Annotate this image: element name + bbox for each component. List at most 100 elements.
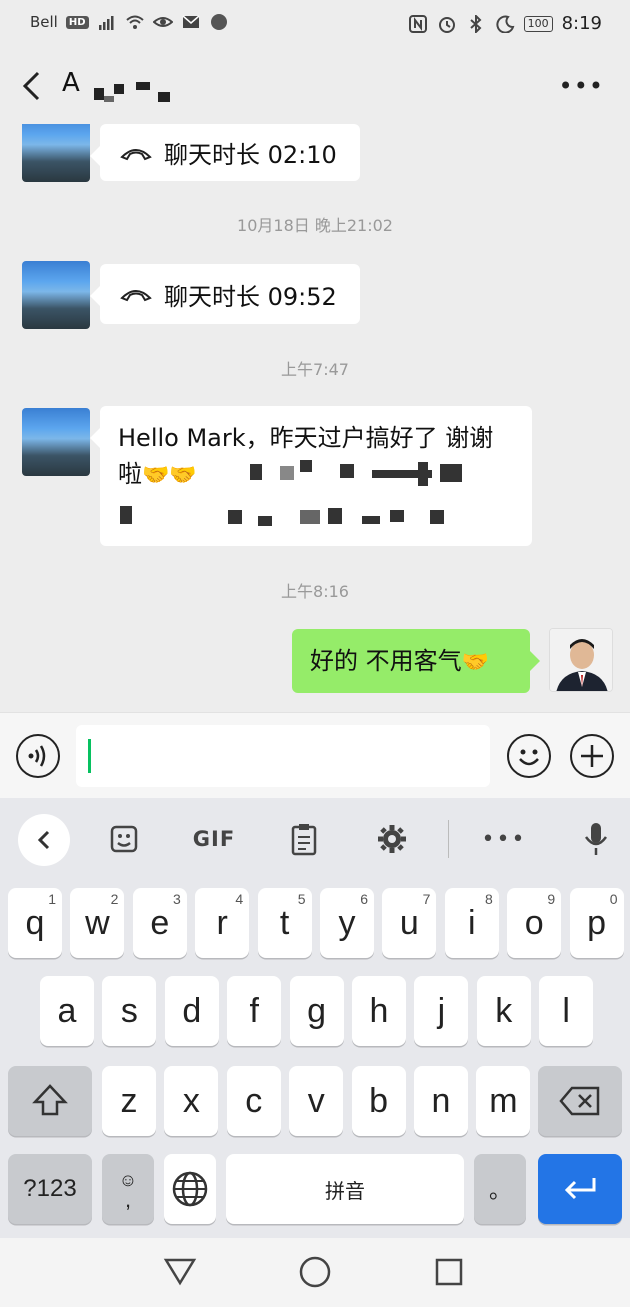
key-e[interactable]: 3e [132,888,187,958]
key-t[interactable]: 5t [257,888,312,958]
system-navigation-bar [0,1238,630,1307]
key-z[interactable]: z [102,1066,156,1136]
home-circle-icon[interactable] [298,1255,332,1289]
contact-avatar[interactable] [22,124,90,182]
key-y[interactable]: 6y [320,888,374,958]
key-l[interactable]: l [539,976,594,1046]
status-bar: Bell HD 100 8:19 [0,0,630,48]
keyboard-toolbar: GIF ••• [0,798,630,880]
handshake-emoji: 🤝 [461,650,490,675]
key-q[interactable]: 1q [8,888,62,958]
contact-avatar[interactable] [22,261,90,329]
clipboard-icon [291,824,317,856]
app-badge-icon [210,14,227,30]
key-d[interactable]: d [164,976,219,1046]
chat-header: A ••• [0,48,630,124]
period-key[interactable]: 。 [474,1154,526,1224]
wifi-icon [125,15,144,29]
key-o[interactable]: 9o [507,888,562,958]
key-r[interactable]: 4r [195,888,250,958]
more-actions-button[interactable] [570,734,614,778]
microphone-icon [584,823,608,855]
collapse-keyboard-button[interactable] [18,814,70,866]
key-u[interactable]: 7u [382,888,437,958]
call-duration: 聊天时长 02:10 [164,141,337,169]
mic-button[interactable] [574,816,618,862]
key-s[interactable]: s [102,976,157,1046]
key-h[interactable]: h [352,976,406,1046]
message-list[interactable]: 聊天时长 02:10 10月18日 晚上21:02 聊天时长 09:52 上午7… [0,124,630,712]
key-v[interactable]: v [289,1066,344,1136]
back-triangle-icon[interactable] [163,1256,197,1286]
chevron-left-icon [37,830,50,850]
chevron-left-icon[interactable] [18,70,46,102]
text-caret [88,739,91,773]
input-bar [0,712,630,798]
gear-icon [378,825,406,853]
voice-icon [28,745,46,767]
hd-badge: HD [65,15,89,29]
timestamp: 上午7:47 [281,360,349,379]
key-g[interactable]: g [289,976,344,1046]
nfc-icon [408,14,427,33]
key-k[interactable]: k [476,976,531,1046]
call-record-bubble[interactable]: 聊天时长 02:10 [90,124,360,181]
my-message-bubble[interactable]: 好的 不用客气🤝 [292,629,540,693]
backspace-icon [559,1086,600,1116]
contact-avatar[interactable] [22,408,90,476]
space-key[interactable]: 拼音 [226,1154,464,1224]
globe-icon [172,1171,208,1207]
shift-key[interactable] [8,1066,92,1136]
voice-input-button[interactable] [16,734,60,778]
language-key[interactable] [164,1154,216,1224]
more-options-button[interactable]: ••• [559,72,604,100]
sticker-button[interactable] [102,816,146,862]
clock: 8:19 [561,13,602,34]
key-n[interactable]: n [414,1066,468,1136]
key-x[interactable]: x [164,1066,219,1136]
call-record-bubble[interactable]: 聊天时长 09:52 [90,264,360,324]
timestamp: 上午8:16 [281,582,349,601]
timestamp: 10月18日 晚上21:02 [237,216,393,235]
more-tools-button[interactable]: ••• [482,816,526,862]
contact-name: A [62,68,80,98]
moon-icon [495,15,514,33]
key-f[interactable]: f [227,976,282,1046]
smiley-icon [519,749,539,766]
emoji-button[interactable] [507,734,551,778]
phone-icon [120,290,152,302]
mail-icon [182,15,200,28]
my-avatar[interactable] [549,628,613,692]
shift-icon [32,1084,68,1116]
key-m[interactable]: m [476,1066,531,1136]
key-b[interactable]: b [351,1066,406,1136]
toolbar-divider [448,820,449,858]
enter-icon [564,1178,596,1200]
gif-button[interactable]: GIF [186,816,242,862]
alarm-icon [438,16,455,33]
keyboard: GIF ••• 1q2w3e4r5t6y7u8i9o0p asdfghjkl z… [0,798,630,1238]
bluetooth-icon [469,14,482,33]
key-c[interactable]: c [226,1066,281,1136]
carrier-label: Bell [30,13,58,31]
emoji-comma-key[interactable]: ☺ , [102,1154,154,1224]
recents-square-icon[interactable] [434,1257,464,1287]
handshake-emoji: 🤝🤝 [142,463,197,488]
key-p[interactable]: 0p [569,888,624,958]
symbols-key[interactable]: ?123 [8,1154,92,1224]
backspace-key[interactable] [538,1066,622,1136]
message-input[interactable] [76,725,490,787]
eye-icon [152,17,173,27]
key-i[interactable]: 8i [444,888,499,958]
key-w[interactable]: 2w [70,888,125,958]
battery-icon: 100 [523,15,553,32]
clipboard-button[interactable] [282,816,326,862]
settings-button[interactable] [370,816,414,862]
key-j[interactable]: j [414,976,469,1046]
sticker-icon [110,825,138,853]
key-a[interactable]: a [40,976,94,1046]
signal-icon [98,16,114,30]
enter-key[interactable] [538,1154,622,1224]
plus-icon [581,745,603,767]
message-bubble[interactable]: Hello Mark，昨天过户搞好了 谢谢啦🤝🤝 [90,406,532,546]
